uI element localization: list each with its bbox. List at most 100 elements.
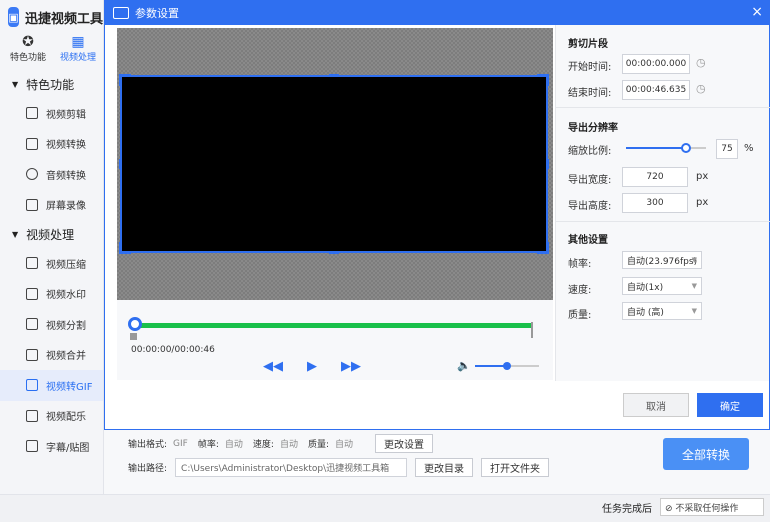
settings-panel: 剪切片段 开始时间: 00:00:00.000 ◷ 结束时间: 00:00:46… (555, 25, 770, 381)
scale-input[interactable]: 75 (716, 139, 738, 159)
quality-select[interactable]: 自动 (高) ▼ (622, 302, 702, 320)
scale-unit: % (744, 143, 754, 154)
volume-slider[interactable] (475, 362, 539, 370)
task-done-label: 任务完成后 (602, 504, 652, 515)
player-controls: 00:00:00/00:00:46 ◀◀ ▶ ▶▶ 🔈 (117, 300, 553, 380)
tab-featured[interactable]: ✪ 特色功能 (10, 34, 46, 70)
output-path-label: 输出路径: (128, 464, 168, 474)
scale-slider[interactable] (626, 143, 706, 153)
sidebar-item-subtitle[interactable]: 字幕/贴图 (0, 431, 103, 462)
nav-group-featured[interactable]: ▼ 特色功能 (0, 70, 103, 98)
output-quality-label: 质量: (307, 440, 330, 450)
open-folder-button[interactable]: 打开文件夹 (481, 458, 550, 477)
fps-select-value: 自动(23.976fps) (627, 256, 698, 267)
task-done-select[interactable]: ⊘ 不采取任何操作 (660, 498, 764, 516)
change-settings-button[interactable]: 更改设置 (375, 434, 434, 453)
gif-icon (26, 379, 38, 392)
clock-icon[interactable]: ◷ (696, 56, 706, 69)
audio-convert-icon (26, 168, 38, 181)
end-time-input[interactable]: 00:00:46.635 (622, 80, 690, 100)
height-input[interactable]: 300 (622, 193, 688, 213)
sidebar-item-label: 视频压缩 (46, 259, 86, 271)
toolbox-logo-icon: ▣ (8, 7, 19, 27)
volume-icon[interactable]: 🔈 (457, 359, 471, 372)
convert-all-button[interactable]: 全部转换 (663, 438, 749, 470)
end-time-label: 结束时间: (568, 88, 612, 99)
nav-group-label: 特色功能 (26, 77, 75, 92)
sidebar-item-label: 视频配乐 (46, 412, 86, 424)
video-preview (117, 28, 553, 300)
output-speed-value: 自动 (279, 440, 298, 450)
sidebar-item-video-edit[interactable]: 视频剪辑 (0, 98, 103, 129)
sidebar-item-video-convert[interactable]: 视频转换 (0, 129, 103, 160)
section-divider (556, 221, 770, 222)
clip-section-title: 剪切片段 (568, 39, 608, 50)
top-tabs: ✪ 特色功能 ▦ 视频处理 (0, 34, 103, 70)
start-time-label: 开始时间: (568, 62, 612, 73)
volume-knob[interactable] (503, 362, 511, 370)
collapse-triangle-icon: ▼ (12, 229, 19, 239)
crop-edge-handle[interactable] (329, 74, 339, 77)
collapse-triangle-icon: ▼ (12, 79, 19, 89)
app-header: ▣ 迅捷视频工具 (0, 0, 103, 34)
sidebar-item-label: 视频转GIF (46, 381, 93, 393)
fps-label: 帧率: (568, 259, 592, 270)
change-dir-button[interactable]: 更改目录 (415, 458, 474, 477)
video-split-icon (26, 318, 38, 331)
output-path-field[interactable]: C:\Users\Administrator\Desktop\迅捷视频工具箱 (175, 458, 408, 477)
clip-start-marker[interactable] (130, 333, 137, 340)
crop-frame[interactable] (119, 74, 549, 254)
sidebar-item-video-merge[interactable]: 视频合并 (0, 340, 103, 371)
output-format-value: GIF (173, 438, 188, 449)
chevron-down-icon: ▼ (691, 256, 697, 264)
crop-edge-handle[interactable] (119, 159, 122, 169)
width-input[interactable]: 720 (622, 167, 688, 187)
chevron-down-icon: ▼ (691, 307, 697, 315)
subtitle-icon (26, 440, 38, 453)
sidebar-item-video-watermark[interactable]: 视频水印 (0, 279, 103, 310)
clock-icon[interactable]: ◷ (696, 82, 706, 95)
cancel-button[interactable]: 取消 (623, 393, 689, 417)
sidebar-item-label: 视频剪辑 (46, 109, 86, 121)
sidebar-item-audio-convert[interactable]: 音频转换 (0, 159, 103, 190)
video-convert-icon (26, 137, 38, 150)
nav-group-video-processing[interactable]: ▼ 视频处理 (0, 220, 103, 248)
tab-video-processing[interactable]: ▦ 视频处理 (60, 34, 96, 70)
crop-edge-handle[interactable] (546, 159, 549, 169)
crop-corner-handle[interactable] (119, 242, 122, 254)
width-unit: px (696, 171, 709, 182)
clip-end-marker[interactable] (531, 322, 538, 338)
dialog-title: 参数设置 (135, 7, 179, 20)
output-settings-row: 输出格式: GIF 帧率: 自动 速度: 自动 质量: 自动 更改设置 (128, 434, 434, 453)
timeline-track[interactable] (137, 323, 533, 328)
sidebar-item-screen-record[interactable]: 屏幕录像 (0, 190, 103, 221)
crop-corner-handle[interactable] (546, 242, 549, 254)
sidebar-item-label: 视频合并 (46, 351, 86, 363)
sidebar-item-video-to-gif[interactable]: 视频转GIF (0, 370, 103, 401)
section-divider (556, 107, 770, 108)
output-speed-label: 速度: (252, 440, 274, 450)
music-icon (26, 409, 38, 422)
quality-label: 质量: (568, 310, 592, 321)
rewind-icon[interactable]: ◀◀ (263, 359, 283, 374)
sidebar-item-video-split[interactable]: 视频分割 (0, 309, 103, 340)
scale-slider-knob[interactable] (681, 143, 691, 153)
crop-corner-handle[interactable] (546, 74, 549, 86)
speed-select[interactable]: 自动(1x) ▼ (622, 277, 702, 295)
height-unit: px (696, 197, 709, 208)
ok-button[interactable]: 确定 (697, 393, 763, 417)
crop-edge-handle[interactable] (329, 251, 339, 254)
chevron-down-icon: ▼ (691, 282, 697, 290)
fps-select[interactable]: 自动(23.976fps) ▼ (622, 251, 702, 269)
fast-forward-icon[interactable]: ▶▶ (341, 359, 361, 374)
sidebar-item-video-compress[interactable]: 视频压缩 (0, 248, 103, 279)
video-compress-icon (26, 257, 38, 270)
start-time-input[interactable]: 00:00:00.000 (622, 54, 690, 74)
resolution-section-title: 导出分辨率 (568, 123, 618, 134)
scale-slider-fill (626, 147, 686, 149)
close-icon[interactable]: × (751, 4, 763, 20)
crop-corner-handle[interactable] (119, 74, 122, 86)
play-icon[interactable]: ▶ (307, 359, 317, 374)
sidebar-item-video-music[interactable]: 视频配乐 (0, 401, 103, 432)
timeline-knob[interactable] (128, 317, 142, 331)
